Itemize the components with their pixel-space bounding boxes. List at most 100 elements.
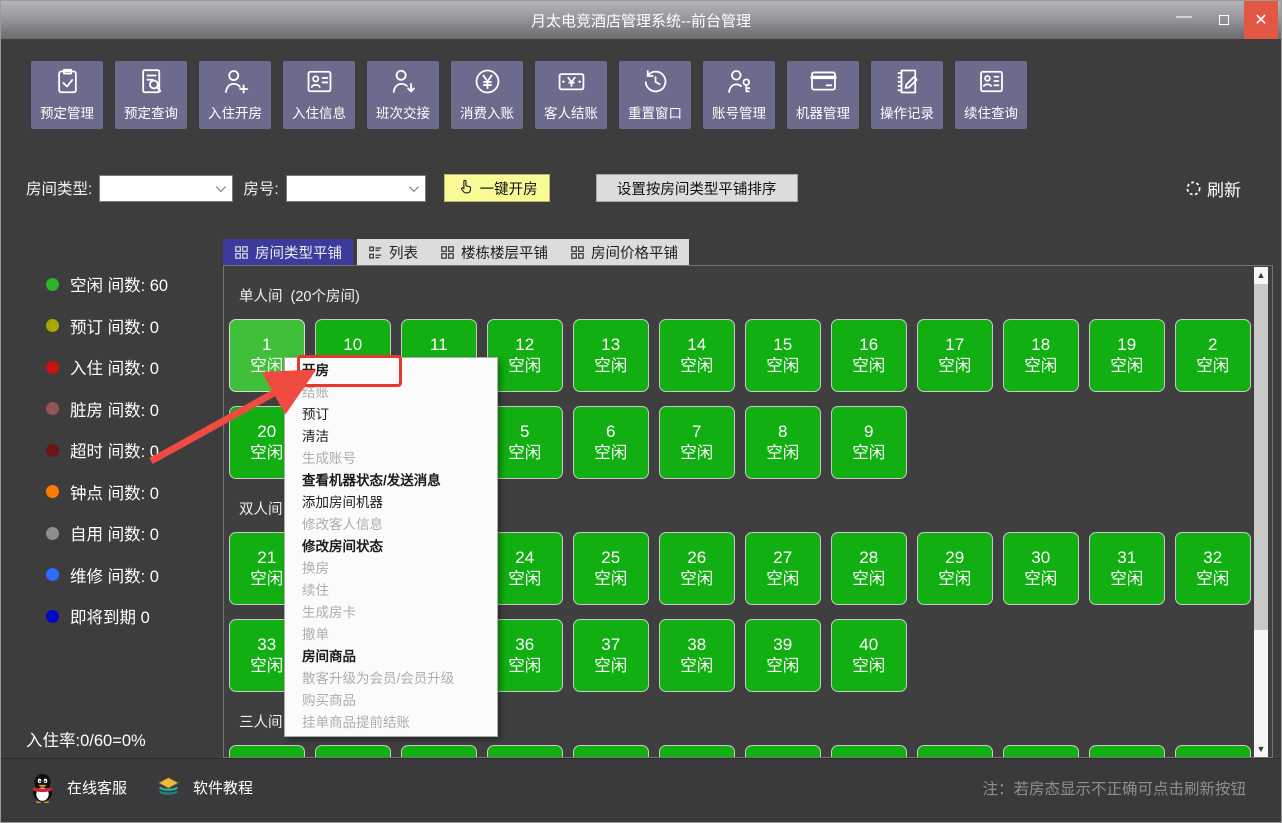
room-tile-2[interactable]: 2空闲 [1175,319,1251,392]
room-tile[interactable] [1175,745,1251,758]
room-tile-31[interactable]: 31空闲 [1089,532,1165,605]
menu-item-10: 换房 [285,558,497,580]
toolbar-button-7[interactable]: 客人结账 [535,61,607,129]
room-tile[interactable] [315,745,391,758]
room-tile-7[interactable]: 7空闲 [659,406,735,479]
toolbar-button-4[interactable]: 入住信息 [283,61,355,129]
room-tile[interactable] [1089,745,1165,758]
room-tile-24[interactable]: 24空闲 [487,532,563,605]
legend-text: 超时 间数: 0 [70,438,159,462]
room-tile-25[interactable]: 25空闲 [573,532,649,605]
room-tile-16[interactable]: 16空闲 [831,319,907,392]
room-tile-37[interactable]: 37空闲 [573,619,649,692]
toolbar-button-3[interactable]: 入住开房 [199,61,271,129]
minimize-button[interactable]: — [1164,1,1204,39]
online-service-link[interactable]: 在线客服 [29,772,127,803]
room-tile[interactable] [1003,745,1079,758]
room-tile-40[interactable]: 40空闲 [831,619,907,692]
room-number: 39 [773,636,792,654]
room-status: 空闲 [766,357,799,375]
sort-by-room-type-button[interactable]: 设置按房间类型平铺排序 [596,174,798,202]
menu-item-11: 续住 [285,580,497,602]
room-tile-18[interactable]: 18空闲 [1003,319,1079,392]
room-tile-30[interactable]: 30空闲 [1003,532,1079,605]
menu-item-9[interactable]: 修改房间状态 [285,536,497,558]
legend-text: 维修 间数: 0 [70,563,159,587]
vertical-scrollbar[interactable]: ▲ ▼ [1254,267,1268,757]
menu-item-14[interactable]: 房间商品 [285,646,497,668]
toolbar-button-10[interactable]: 机器管理 [787,61,859,129]
room-status: 空闲 [680,357,713,375]
room-tile-29[interactable]: 29空闲 [917,532,993,605]
room-status: 空闲 [594,657,627,675]
toolbar-button-6[interactable]: 消费入账 [451,61,523,129]
toolbar-button-8[interactable]: 重置窗口 [619,61,691,129]
room-tile[interactable] [573,745,649,758]
menu-item-6[interactable]: 查看机器状态/发送消息 [285,470,497,492]
window-title: 月太电竞酒店管理系统--前台管理 [1,10,1281,31]
room-status: 空闲 [680,444,713,462]
room-tile-9[interactable]: 9空闲 [831,406,907,479]
room-tile-32[interactable]: 32空闲 [1175,532,1251,605]
close-button[interactable]: ✕ [1244,1,1278,39]
room-status: 空闲 [594,444,627,462]
tutorial-link[interactable]: 软件教程 [155,775,253,800]
room-tile-36[interactable]: 36空闲 [487,619,563,692]
room-tile-12[interactable]: 12空闲 [487,319,563,392]
room-tile-13[interactable]: 13空闲 [573,319,649,392]
legend-item-脏房: 脏房 间数: 0 [46,398,221,420]
menu-item-7[interactable]: 添加房间机器 [285,492,497,514]
room-tile[interactable] [745,745,821,758]
room-tile-19[interactable]: 19空闲 [1089,319,1165,392]
room-tile[interactable] [659,745,735,758]
room-tile-17[interactable]: 17空闲 [917,319,993,392]
room-tile-5[interactable]: 5空闲 [487,406,563,479]
tab-1[interactable]: 房间类型平铺 [223,239,353,265]
menu-item-3[interactable]: 预订 [285,404,497,426]
room-number: 18 [1031,336,1050,354]
room-tile-38[interactable]: 38空闲 [659,619,735,692]
toolbar-button-11[interactable]: 操作记录 [871,61,943,129]
chevron-down-icon [409,182,419,192]
room-tile-28[interactable]: 28空闲 [831,532,907,605]
room-no-select[interactable] [286,175,426,202]
room-tile-39[interactable]: 39空闲 [745,619,821,692]
toolbar-button-label: 预定查询 [124,102,178,122]
toolbar-button-label: 重置窗口 [628,102,682,122]
room-tile-27[interactable]: 27空闲 [745,532,821,605]
room-tile[interactable] [229,745,305,758]
room-tile-14[interactable]: 14空闲 [659,319,735,392]
room-tile[interactable] [917,745,993,758]
room-tile[interactable] [831,745,907,758]
room-tile[interactable] [487,745,563,758]
room-tile-8[interactable]: 8空闲 [745,406,821,479]
scrollbar-thumb[interactable] [1254,284,1268,630]
legend-item-钟点: 钟点 间数: 0 [46,481,221,503]
scroll-up-icon[interactable]: ▲ [1254,267,1268,283]
toolbar-button-2[interactable]: 预定查询 [115,61,187,129]
tab-3[interactable]: 楼栋楼层平铺 [429,239,559,265]
legend-item-空闲: 空闲 间数: 60 [46,273,221,295]
tab-2[interactable]: 列表 [357,239,429,265]
room-type-select[interactable] [99,175,233,202]
toolbar-button-5[interactable]: 班次交接 [367,61,439,129]
room-tile-26[interactable]: 26空闲 [659,532,735,605]
room-number: 8 [778,423,787,441]
tab-4[interactable]: 房间价格平铺 [559,239,689,265]
toolbar-button-label: 入住信息 [292,102,346,122]
toolbar-button-9[interactable]: 账号管理 [703,61,775,129]
room-tile-15[interactable]: 15空闲 [745,319,821,392]
room-number: 13 [601,336,620,354]
toolbar-button-12[interactable]: 续住查询 [955,61,1027,129]
id-card-lines-icon [976,65,1007,97]
scroll-down-icon[interactable]: ▼ [1254,741,1268,757]
toolbar-button-1[interactable]: 预定管理 [31,61,103,129]
room-status: 空闲 [1110,570,1143,588]
room-tile[interactable] [401,745,477,758]
maximize-button[interactable] [1204,1,1244,39]
quick-open-button[interactable]: 一键开房 [444,174,550,202]
menu-item-1[interactable]: 开房 [285,360,497,382]
refresh-button[interactable]: 刷新 [1185,176,1241,201]
menu-item-4[interactable]: 清洁 [285,426,497,448]
room-tile-6[interactable]: 6空闲 [573,406,649,479]
